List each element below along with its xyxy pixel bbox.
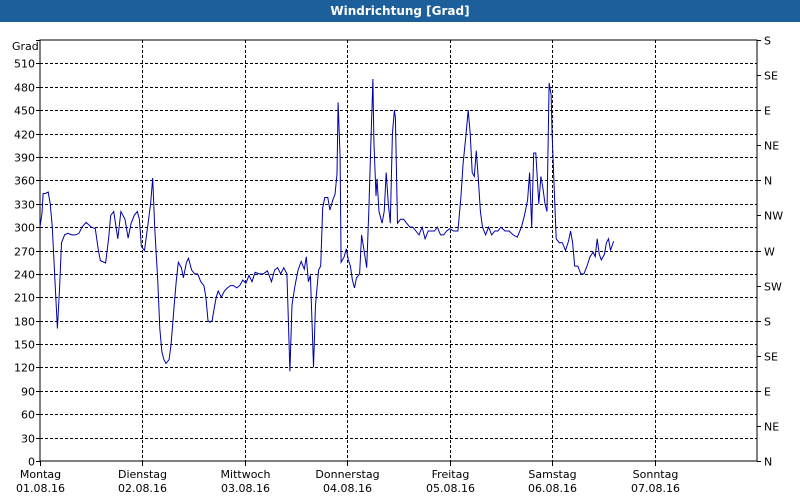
y2-tick-label: SW — [764, 281, 782, 294]
window-title: Windrichtung [Grad] — [0, 0, 800, 22]
y-tick-label: 210 — [14, 292, 35, 305]
y2-tick-label: N — [764, 175, 772, 188]
y2-tick-label: NE — [764, 421, 779, 434]
x-tick-date-label: 04.08.16 — [323, 482, 372, 495]
y2-tick-label: NE — [764, 140, 779, 153]
y-tick-label: 120 — [14, 362, 35, 375]
y-tick-label: 390 — [14, 152, 35, 165]
x-tick-day-label: Montag — [20, 468, 61, 481]
y-tick-label: 270 — [14, 246, 35, 259]
y2-tick-label: SE — [764, 70, 778, 83]
x-tick-date-label: 07.08.16 — [631, 482, 680, 495]
x-tick-date-label: 01.08.16 — [16, 482, 65, 495]
y-tick-label: 450 — [14, 105, 35, 118]
y-tick-label: 510 — [14, 58, 35, 71]
x-tick-day-label: Samstag — [528, 468, 576, 481]
y2-tick-label: S — [764, 35, 771, 48]
x-tick-day-label: Donnerstag — [315, 468, 379, 481]
y2-tick-label: W — [764, 246, 775, 259]
x-tick-day-label: Mittwoch — [221, 468, 271, 481]
x-tick-date-label: 05.08.16 — [426, 482, 475, 495]
y2-tick-label: S — [764, 316, 771, 329]
x-tick-day-label: Dienstag — [118, 468, 167, 481]
x-tick-day-label: Sonntag — [633, 468, 679, 481]
chart-window: Windrichtung [Grad] Grad 0 30 60 90 120 150 18… — [0, 0, 800, 500]
plot-frame — [39, 39, 758, 462]
y2-tick-label: N — [764, 456, 772, 469]
y-tick-label: 60 — [21, 409, 35, 422]
y2-tick-label: E — [764, 105, 771, 118]
x-tick-date-label: 06.08.16 — [528, 482, 577, 495]
y2-tick-label: SE — [764, 351, 778, 364]
y-tick-label: 420 — [14, 129, 35, 142]
y-tick-label: 300 — [14, 222, 35, 235]
y-tick-label: 90 — [21, 386, 35, 399]
y-tick-label: 480 — [14, 82, 35, 95]
y-tick-label: 240 — [14, 269, 35, 282]
y-tick-label: 360 — [14, 175, 35, 188]
wind-direction-chart: Grad 0 30 60 90 120 150 180 210 240 270 300 330 360 3… — [12, 35, 783, 496]
y2-tick-label: E — [764, 386, 771, 399]
x-tick-date-label: 02.08.16 — [118, 482, 167, 495]
x-tick-day-label: Freitag — [432, 468, 470, 481]
y-axis-label: Grad — [12, 40, 39, 53]
y-tick-label: 180 — [14, 316, 35, 329]
x-tick-date-label: 03.08.16 — [221, 482, 270, 495]
y-tick-label: 330 — [14, 199, 35, 212]
y2-tick-label: NW — [764, 210, 783, 223]
y-tick-label: 30 — [21, 433, 35, 446]
y-tick-label: 150 — [14, 339, 35, 352]
wind-direction-series-line — [39, 78, 615, 372]
y-tick-label: 0 — [28, 456, 35, 469]
